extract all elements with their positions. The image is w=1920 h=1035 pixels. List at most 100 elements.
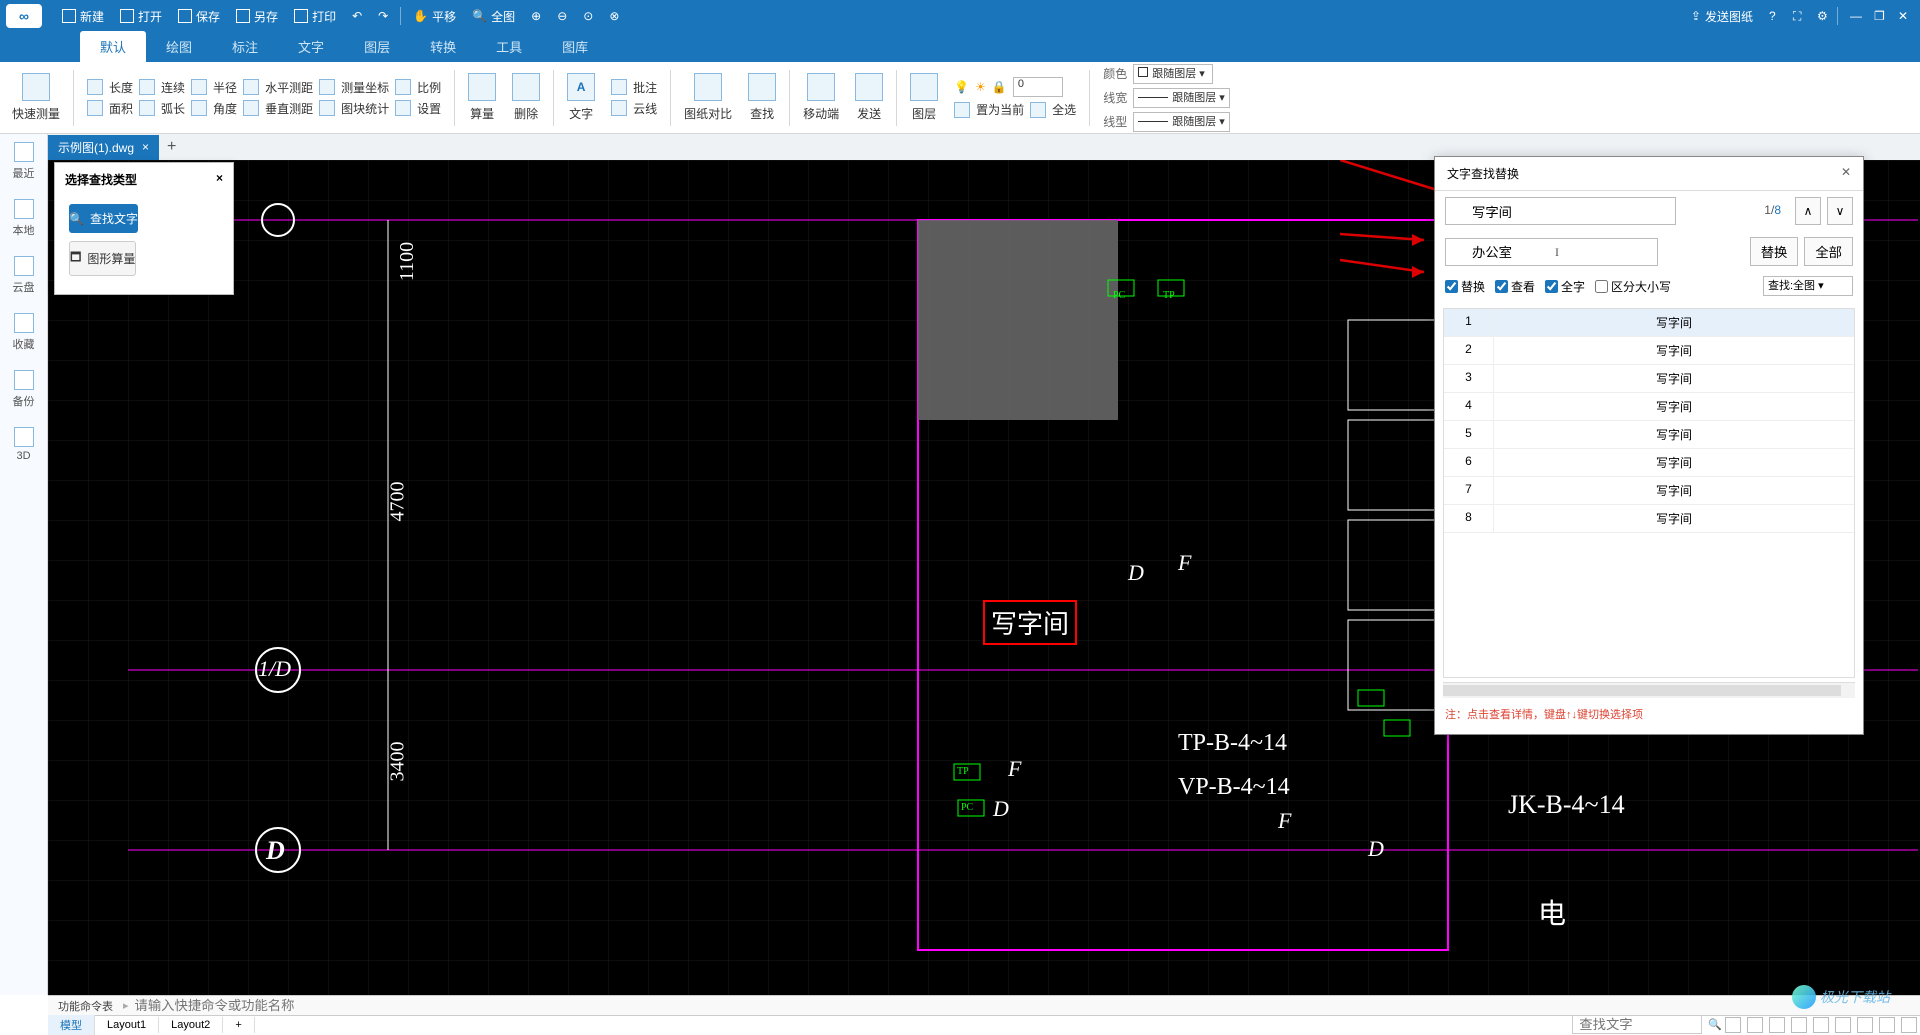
find-prev-button[interactable]: ∧ xyxy=(1795,197,1821,225)
sidebar-item-fav[interactable]: 收藏 xyxy=(13,313,35,352)
compare-button[interactable]: 图纸对比 xyxy=(678,64,738,131)
tab-annotate[interactable]: 标注 xyxy=(212,31,278,62)
arc-button[interactable]: 弧长 xyxy=(161,100,185,117)
status-icon-5[interactable] xyxy=(1813,1017,1829,1033)
replace-all-button[interactable]: 全部 xyxy=(1804,237,1853,266)
horiz-distance-button[interactable]: 水平测距 xyxy=(265,79,313,96)
tab-convert[interactable]: 转换 xyxy=(410,31,476,62)
chk-view[interactable]: 查看 xyxy=(1495,278,1535,295)
layer-select[interactable]: 0 xyxy=(1013,77,1063,97)
find-button[interactable]: 查找 xyxy=(742,64,782,131)
sidebar-item-cloud[interactable]: 云盘 xyxy=(13,256,35,295)
table-row[interactable]: 8写字间 xyxy=(1444,505,1854,533)
pan-button[interactable]: ✋ 平移 xyxy=(405,0,464,32)
status-icon-9[interactable] xyxy=(1901,1017,1917,1033)
table-row[interactable]: 1写字间 xyxy=(1444,309,1854,337)
table-row[interactable]: 6写字间 xyxy=(1444,449,1854,477)
layer-button[interactable]: 图层 xyxy=(904,64,944,131)
status-icon-8[interactable] xyxy=(1879,1017,1895,1033)
area-button[interactable]: 面积 xyxy=(109,100,133,117)
help-button[interactable]: ? xyxy=(1761,0,1785,32)
status-find-input[interactable] xyxy=(1572,1015,1702,1034)
status-icon-2[interactable] xyxy=(1747,1017,1763,1033)
command-input[interactable] xyxy=(129,996,829,1015)
redo-button[interactable]: ↷ xyxy=(370,0,396,32)
status-search-icon[interactable]: 🔍 xyxy=(1708,1018,1722,1031)
replace-button[interactable]: 替换 xyxy=(1750,237,1799,266)
find-input[interactable] xyxy=(1445,197,1676,225)
sidebar-item-local[interactable]: 本地 xyxy=(13,199,35,238)
open-button[interactable]: 打开 xyxy=(112,0,170,32)
zoom-full-button[interactable]: 🔍 全图 xyxy=(464,0,523,32)
calc-button[interactable]: 算量 xyxy=(462,64,502,131)
zoom-extents-button[interactable]: ⊗ xyxy=(601,0,627,32)
new-button[interactable]: 新建 xyxy=(54,0,112,32)
length-button[interactable]: 长度 xyxy=(109,79,133,96)
settings-button-ribbon[interactable]: 设置 xyxy=(417,100,441,117)
layout2-tab[interactable]: Layout2 xyxy=(159,1017,223,1033)
find-replace-close-icon[interactable]: ✕ xyxy=(1841,165,1851,182)
shape-calc-button[interactable]: 🗖图形算量 xyxy=(69,241,136,276)
quick-measure-button[interactable]: 快速测量 xyxy=(6,64,66,131)
file-tab-close-icon[interactable]: × xyxy=(142,140,149,154)
find-next-button[interactable]: ∨ xyxy=(1827,197,1853,225)
add-layout-button[interactable]: + xyxy=(223,1017,254,1033)
minimize-button[interactable]: — xyxy=(1842,0,1866,32)
status-icon-4[interactable] xyxy=(1791,1017,1807,1033)
text-tool-button[interactable]: A文字 xyxy=(561,64,601,131)
vert-distance-button[interactable]: 垂直测距 xyxy=(265,100,313,117)
linetype-select[interactable]: 跟随图层 ▾ xyxy=(1133,112,1230,132)
table-row[interactable]: 4写字间 xyxy=(1444,393,1854,421)
set-current-button[interactable]: 置为当前 xyxy=(976,101,1024,118)
status-icon-6[interactable] xyxy=(1835,1017,1851,1033)
zoom-out-button[interactable]: ⊖ xyxy=(549,0,575,32)
scale-button[interactable]: 比例 xyxy=(417,79,441,96)
send-drawing-button[interactable]: ⇪ 发送图纸 xyxy=(1683,0,1761,32)
horizontal-scrollbar[interactable] xyxy=(1443,682,1855,698)
continuous-button[interactable]: 连续 xyxy=(161,79,185,96)
sidebar-item-recent[interactable]: 最近 xyxy=(13,142,35,181)
tab-layer[interactable]: 图层 xyxy=(344,31,410,62)
radius-button[interactable]: 半径 xyxy=(213,79,237,96)
tab-text[interactable]: 文字 xyxy=(278,31,344,62)
cloud-line-button[interactable]: 云线 xyxy=(633,100,657,117)
chk-replace[interactable]: 替换 xyxy=(1445,278,1485,295)
find-scope-select[interactable]: 查找:全图 ▾ xyxy=(1763,276,1853,296)
angle-button[interactable]: 角度 xyxy=(213,100,237,117)
settings-button[interactable]: ⚙ xyxy=(1809,0,1833,32)
table-row[interactable]: 2写字间 xyxy=(1444,337,1854,365)
zoom-window-button[interactable]: ⊙ xyxy=(575,0,601,32)
table-row[interactable]: 7写字间 xyxy=(1444,477,1854,505)
lineweight-select[interactable]: 跟随图层 ▾ xyxy=(1133,88,1230,108)
sidebar-item-3d[interactable]: 3D xyxy=(14,427,34,462)
maximize-button[interactable]: ❐ xyxy=(1866,0,1890,32)
select-all-button[interactable]: 全选 xyxy=(1052,101,1076,118)
find-text-button[interactable]: 🔍查找文字 xyxy=(69,204,138,233)
status-icon-3[interactable] xyxy=(1769,1017,1785,1033)
saveas-button[interactable]: 另存 xyxy=(228,0,286,32)
model-tab[interactable]: 模型 xyxy=(48,1015,95,1035)
chk-case[interactable]: 区分大小写 xyxy=(1595,278,1671,295)
mobile-button[interactable]: 移动端 xyxy=(797,64,845,131)
block-stats-button[interactable]: 图块统计 xyxy=(341,100,389,117)
delete-button[interactable]: 删除 xyxy=(506,64,546,131)
replace-input[interactable] xyxy=(1445,238,1658,266)
undo-button[interactable]: ↶ xyxy=(344,0,370,32)
sidebar-item-backup[interactable]: 备份 xyxy=(13,370,35,409)
add-file-tab-button[interactable]: + xyxy=(159,138,184,156)
tab-library[interactable]: 图库 xyxy=(542,31,608,62)
annotation-button[interactable]: 批注 xyxy=(633,79,657,96)
fullscreen-button[interactable]: ⛶ xyxy=(1785,0,1809,32)
table-row[interactable]: 3写字间 xyxy=(1444,365,1854,393)
save-button[interactable]: 保存 xyxy=(170,0,228,32)
send-button[interactable]: 发送 xyxy=(849,64,889,131)
layout1-tab[interactable]: Layout1 xyxy=(95,1017,159,1033)
chk-whole[interactable]: 全字 xyxy=(1545,278,1585,295)
tab-default[interactable]: 默认 xyxy=(80,31,146,62)
tab-draw[interactable]: 绘图 xyxy=(146,31,212,62)
status-icon-1[interactable] xyxy=(1725,1017,1741,1033)
zoom-in-button[interactable]: ⊕ xyxy=(523,0,549,32)
search-type-close-icon[interactable]: × xyxy=(216,171,223,188)
status-icon-7[interactable] xyxy=(1857,1017,1873,1033)
file-tab-active[interactable]: 示例图(1).dwg× xyxy=(48,135,159,160)
